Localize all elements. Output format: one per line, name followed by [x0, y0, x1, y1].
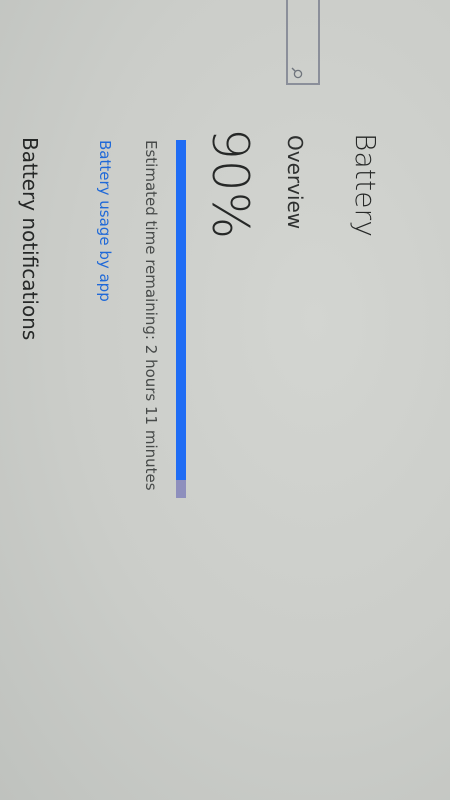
battery-level-bar	[176, 140, 186, 498]
page-title: Battery	[349, 133, 382, 238]
battery-percentage: 90%	[201, 128, 259, 240]
battery-notifications-heading: Battery notifications	[18, 137, 42, 341]
search-icon[interactable]	[291, 67, 306, 79]
screen: Battery Overview 90% Estimated time rema…	[0, 0, 450, 800]
estimated-time-remaining: Estimated time remaining: 2 hours 11 min…	[142, 140, 160, 491]
battery-level-fill	[176, 140, 186, 481]
battery-settings-panel: Battery Overview 90% Estimated time rema…	[0, 0, 450, 800]
battery-usage-by-app-link[interactable]: Battery usage by app	[96, 140, 114, 302]
overview-heading: Overview	[283, 135, 307, 230]
